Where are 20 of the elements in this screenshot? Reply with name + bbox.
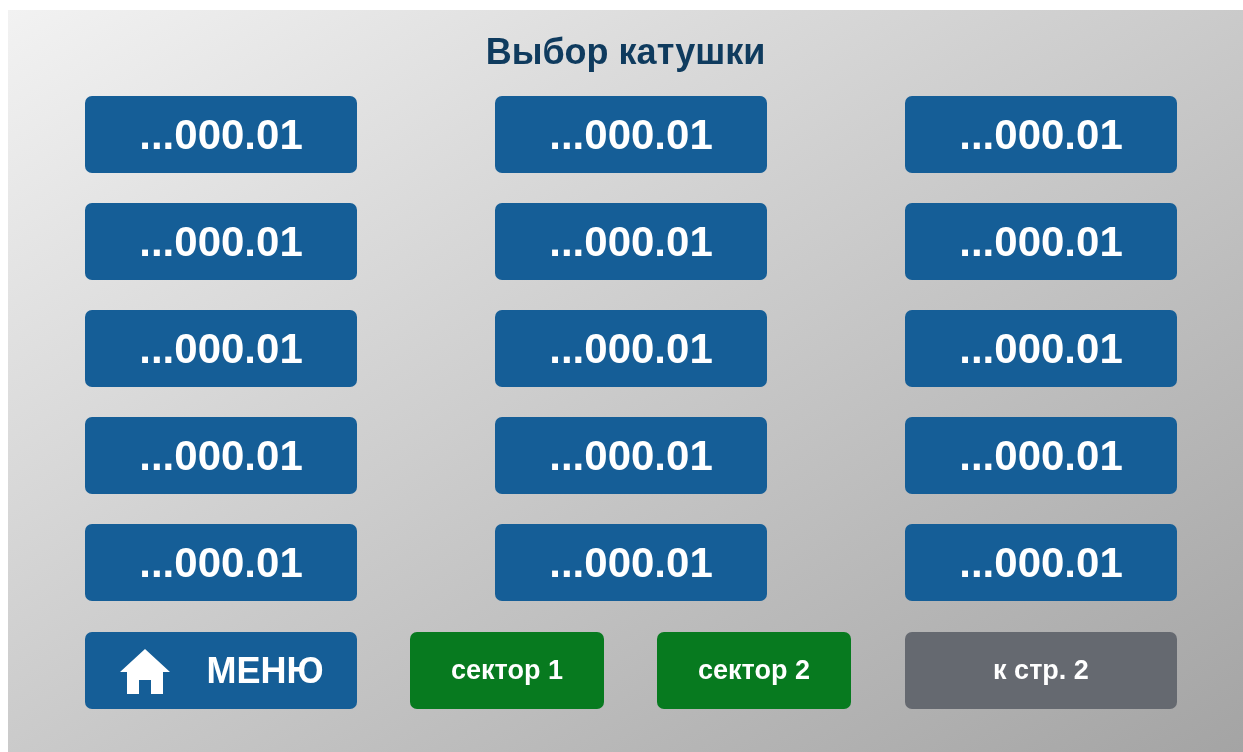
coil-button[interactable]: ...000.01	[85, 524, 357, 601]
coil-button[interactable]: ...000.01	[85, 203, 357, 280]
coil-button[interactable]: ...000.01	[85, 310, 357, 387]
coil-button[interactable]: ...000.01	[905, 96, 1177, 173]
sector-button[interactable]: сектор 1	[410, 632, 604, 709]
coil-button[interactable]: ...000.01	[905, 417, 1177, 494]
coil-button[interactable]: ...000.01	[905, 203, 1177, 280]
page-button[interactable]: к стр. 2	[905, 632, 1177, 709]
coil-button[interactable]: ...000.01	[495, 203, 767, 280]
screen-title: Выбор катушки	[485, 30, 766, 74]
coil-button[interactable]: ...000.01	[495, 310, 767, 387]
menu-button[interactable]: МЕНЮ	[85, 632, 357, 709]
coil-button[interactable]: ...000.01	[495, 96, 767, 173]
coil-button[interactable]: ...000.01	[495, 417, 767, 494]
sector-button[interactable]: сектор 2	[657, 632, 851, 709]
coil-button[interactable]: ...000.01	[85, 96, 357, 173]
coil-button[interactable]: ...000.01	[85, 417, 357, 494]
coil-button[interactable]: ...000.01	[905, 310, 1177, 387]
coil-button[interactable]: ...000.01	[905, 524, 1177, 601]
coil-button[interactable]: ...000.01	[495, 524, 767, 601]
